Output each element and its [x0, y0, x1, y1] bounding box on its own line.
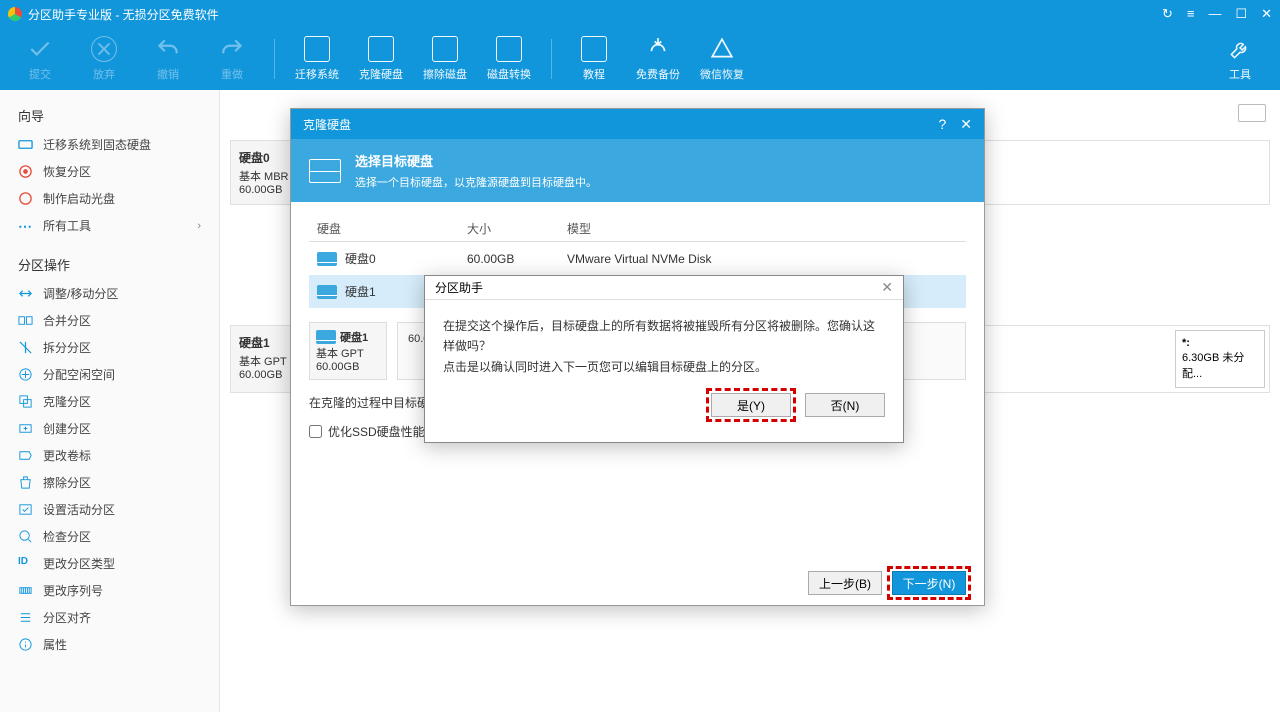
sidebar-item-resize[interactable]: 调整/移动分区	[0, 280, 219, 307]
app-logo	[8, 7, 22, 21]
back-button[interactable]: 上一步(B)	[808, 571, 882, 595]
confirm-line2: 点击是以确认同时进入下一页您可以编辑目标硬盘上的分区。	[443, 357, 885, 377]
sidebar-item-props[interactable]: 属性	[0, 631, 219, 658]
disk-row-0[interactable]: 硬盘0 60.00GB VMware Virtual NVMe Disk	[309, 242, 966, 275]
clone-disk-button[interactable]: 克隆硬盘	[349, 36, 413, 82]
commit-button[interactable]: 提交	[8, 36, 72, 82]
sidebar-item-allocate[interactable]: 分配空闲空间	[0, 361, 219, 388]
tools-button[interactable]: 工具	[1208, 36, 1272, 82]
sidebar-item-clone-part[interactable]: 克隆分区	[0, 388, 219, 415]
confirm-line1: 在提交这个操作后，目标硬盘上的所有数据将被摧毁所有分区将被删除。您确认这样做吗？	[443, 316, 885, 357]
sidebar-item-all-tools[interactable]: ⋯所有工具›	[0, 212, 219, 239]
minimize-button[interactable]: —	[1208, 6, 1221, 22]
tutorial-button[interactable]: 教程	[562, 36, 626, 82]
dialog-close-icon[interactable]: ✕	[960, 116, 972, 133]
sidebar-item-wipe-part[interactable]: 擦除分区	[0, 469, 219, 496]
dialog-header-title: 选择目标硬盘	[355, 151, 597, 170]
sidebar-item-split[interactable]: 拆分分区	[0, 334, 219, 361]
discard-button[interactable]: 放弃	[72, 36, 136, 82]
sidebar-item-migrate-ssd[interactable]: 迁移系统到固态硬盘	[0, 131, 219, 158]
window-title: 分区助手专业版 - 无损分区免费软件	[28, 6, 219, 23]
refresh-icon[interactable]: ↻	[1162, 6, 1173, 22]
close-button[interactable]: ✕	[1261, 6, 1272, 22]
wechat-recover-button[interactable]: 微信恢复	[690, 36, 754, 82]
backup-button[interactable]: 免费备份	[626, 36, 690, 82]
disk-icon	[309, 159, 341, 183]
sidebar-item-recover[interactable]: 恢复分区	[0, 158, 219, 185]
sidebar-item-create[interactable]: 创建分区	[0, 415, 219, 442]
sidebar-wizard-header: 向导	[0, 100, 219, 131]
sidebar-item-check[interactable]: 检查分区	[0, 523, 219, 550]
menu-icon[interactable]: ≡	[1187, 6, 1195, 22]
chevron-right-icon: ›	[197, 220, 201, 232]
sidebar-item-bootdisc[interactable]: 制作启动光盘	[0, 185, 219, 212]
dialog-title: 克隆硬盘	[303, 116, 351, 133]
sidebar-ops-header: 分区操作	[0, 249, 219, 280]
migrate-button[interactable]: 迁移系统	[285, 36, 349, 82]
target-disk-card: 硬盘1 基本 GPT 60.00GB	[309, 322, 387, 380]
maximize-button[interactable]: ☐	[1235, 6, 1247, 22]
undo-button[interactable]: 撤销	[136, 36, 200, 82]
dialog-help-icon[interactable]: ?	[938, 116, 946, 133]
sidebar-item-active[interactable]: 设置活动分区	[0, 496, 219, 523]
ssd-checkbox-input[interactable]	[309, 425, 322, 438]
view-toggle[interactable]	[1238, 104, 1266, 122]
next-button[interactable]: 下一步(N)	[892, 571, 966, 595]
disk-icon	[317, 252, 337, 266]
sidebar-item-label[interactable]: 更改卷标	[0, 442, 219, 469]
disk-icon	[317, 285, 337, 299]
confirm-close-icon[interactable]: ✕	[881, 279, 893, 296]
sidebar-item-merge[interactable]: 合并分区	[0, 307, 219, 334]
no-button[interactable]: 否(N)	[805, 393, 885, 417]
redo-button[interactable]: 重做	[200, 36, 264, 82]
partition-unallocated[interactable]: *: 6.30GB 未分配...	[1175, 330, 1265, 388]
sidebar-item-align[interactable]: 分区对齐	[0, 604, 219, 631]
confirm-title: 分区助手	[435, 279, 483, 296]
yes-button[interactable]: 是(Y)	[711, 393, 791, 417]
confirm-dialog: 分区助手 ✕ 在提交这个操作后，目标硬盘上的所有数据将被摧毁所有分区将被删除。您…	[424, 275, 904, 443]
disk-table-header: 硬盘 大小 模型	[309, 216, 966, 242]
wipe-disk-button[interactable]: 擦除磁盘	[413, 36, 477, 82]
dialog-header-sub: 选择一个目标硬盘，以克隆源硬盘到目标硬盘中。	[355, 174, 597, 190]
convert-disk-button[interactable]: 磁盘转换	[477, 36, 541, 82]
sidebar-item-serial[interactable]: 更改序列号	[0, 577, 219, 604]
sidebar-item-type[interactable]: ID更改分区类型	[0, 550, 219, 577]
